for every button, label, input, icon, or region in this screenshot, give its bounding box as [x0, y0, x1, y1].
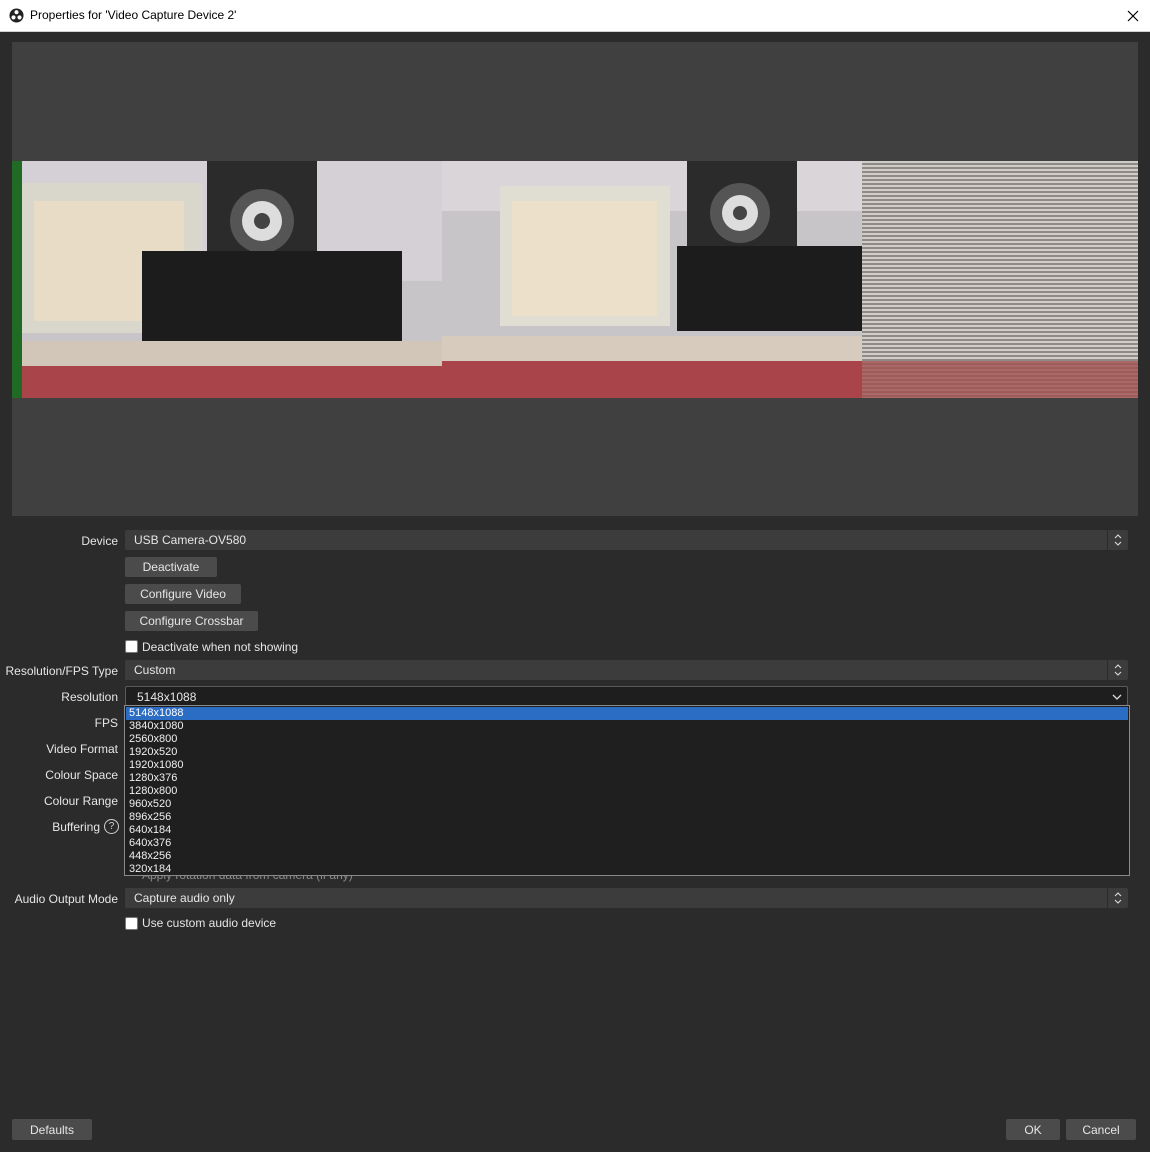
use-custom-audio-device-label: Use custom audio device	[142, 916, 277, 930]
camera-feed	[12, 161, 1138, 398]
resolution-option[interactable]: 5148x1088	[126, 707, 1128, 720]
chevron-down-icon[interactable]	[1107, 687, 1127, 707]
use-custom-audio-device-checkbox[interactable]	[125, 917, 138, 930]
updown-arrows-icon	[1107, 660, 1128, 680]
resolution-option[interactable]: 2560x800	[126, 733, 1128, 746]
resolution-option[interactable]: 640x376	[126, 837, 1128, 850]
resolution-dropdown-list[interactable]: 5148x1088 3840x1080 2560x800 1920x520 19…	[124, 705, 1130, 876]
colour-range-label: Colour Range	[43, 794, 118, 808]
configure-video-button[interactable]: Configure Video	[125, 584, 241, 604]
deactivate-button[interactable]: Deactivate	[125, 557, 217, 577]
resolution-label: Resolution	[61, 690, 118, 704]
title-bar: Properties for 'Video Capture Device 2'	[0, 0, 1150, 32]
window-title: Properties for 'Video Capture Device 2'	[30, 8, 237, 22]
audio-output-mode-select[interactable]: Capture audio only	[125, 888, 1128, 908]
resolution-option[interactable]: 896x256	[126, 811, 1128, 824]
colour-space-label: Colour Space	[45, 768, 118, 782]
defaults-button[interactable]: Defaults	[12, 1119, 92, 1140]
updown-arrows-icon	[1107, 888, 1128, 908]
audio-output-mode-label: Audio Output Mode	[14, 892, 118, 906]
resolution-option[interactable]: 640x184	[126, 824, 1128, 837]
device-label: Device	[81, 534, 118, 548]
resolution-option[interactable]: 960x520	[126, 798, 1128, 811]
resolution-option[interactable]: 1920x1080	[126, 759, 1128, 772]
close-icon	[1127, 10, 1139, 21]
resolution-option[interactable]: 3840x1080	[126, 720, 1128, 733]
resolution-option[interactable]: 1920x520	[126, 746, 1128, 759]
fps-label: FPS	[94, 716, 118, 730]
video-preview	[12, 42, 1138, 516]
deactivate-when-not-showing-label: Deactivate when not showing	[142, 640, 299, 654]
resolution-input[interactable]: 5148x1088	[137, 690, 196, 704]
configure-crossbar-button[interactable]: Configure Crossbar	[125, 611, 258, 631]
device-select[interactable]: USB Camera-OV580	[125, 530, 1128, 550]
res-fps-type-select[interactable]: Custom	[125, 660, 1128, 680]
resolution-option[interactable]: 1280x800	[126, 785, 1128, 798]
resolution-option[interactable]: 320x184	[126, 863, 1128, 876]
camera-image	[12, 161, 1138, 398]
device-select-value: USB Camera-OV580	[134, 533, 247, 547]
resolution-combo[interactable]: 5148x1088	[125, 686, 1128, 706]
cancel-button[interactable]: Cancel	[1066, 1119, 1136, 1140]
help-icon[interactable]: ?	[104, 819, 119, 834]
resolution-option[interactable]: 448x256	[126, 850, 1128, 863]
resolution-option[interactable]: 1280x376	[126, 772, 1128, 785]
close-button[interactable]	[1116, 0, 1150, 31]
res-fps-type-label: Resolution/FPS Type	[5, 664, 118, 678]
buffering-label: Buffering	[52, 820, 100, 834]
audio-output-mode-value: Capture audio only	[134, 891, 235, 905]
deactivate-when-not-showing-checkbox[interactable]	[125, 640, 138, 653]
ok-button[interactable]: OK	[1006, 1119, 1060, 1140]
res-fps-type-value: Custom	[134, 663, 176, 677]
obs-icon	[9, 8, 24, 23]
updown-arrows-icon	[1107, 530, 1128, 550]
video-format-label: Video Format	[46, 742, 118, 756]
